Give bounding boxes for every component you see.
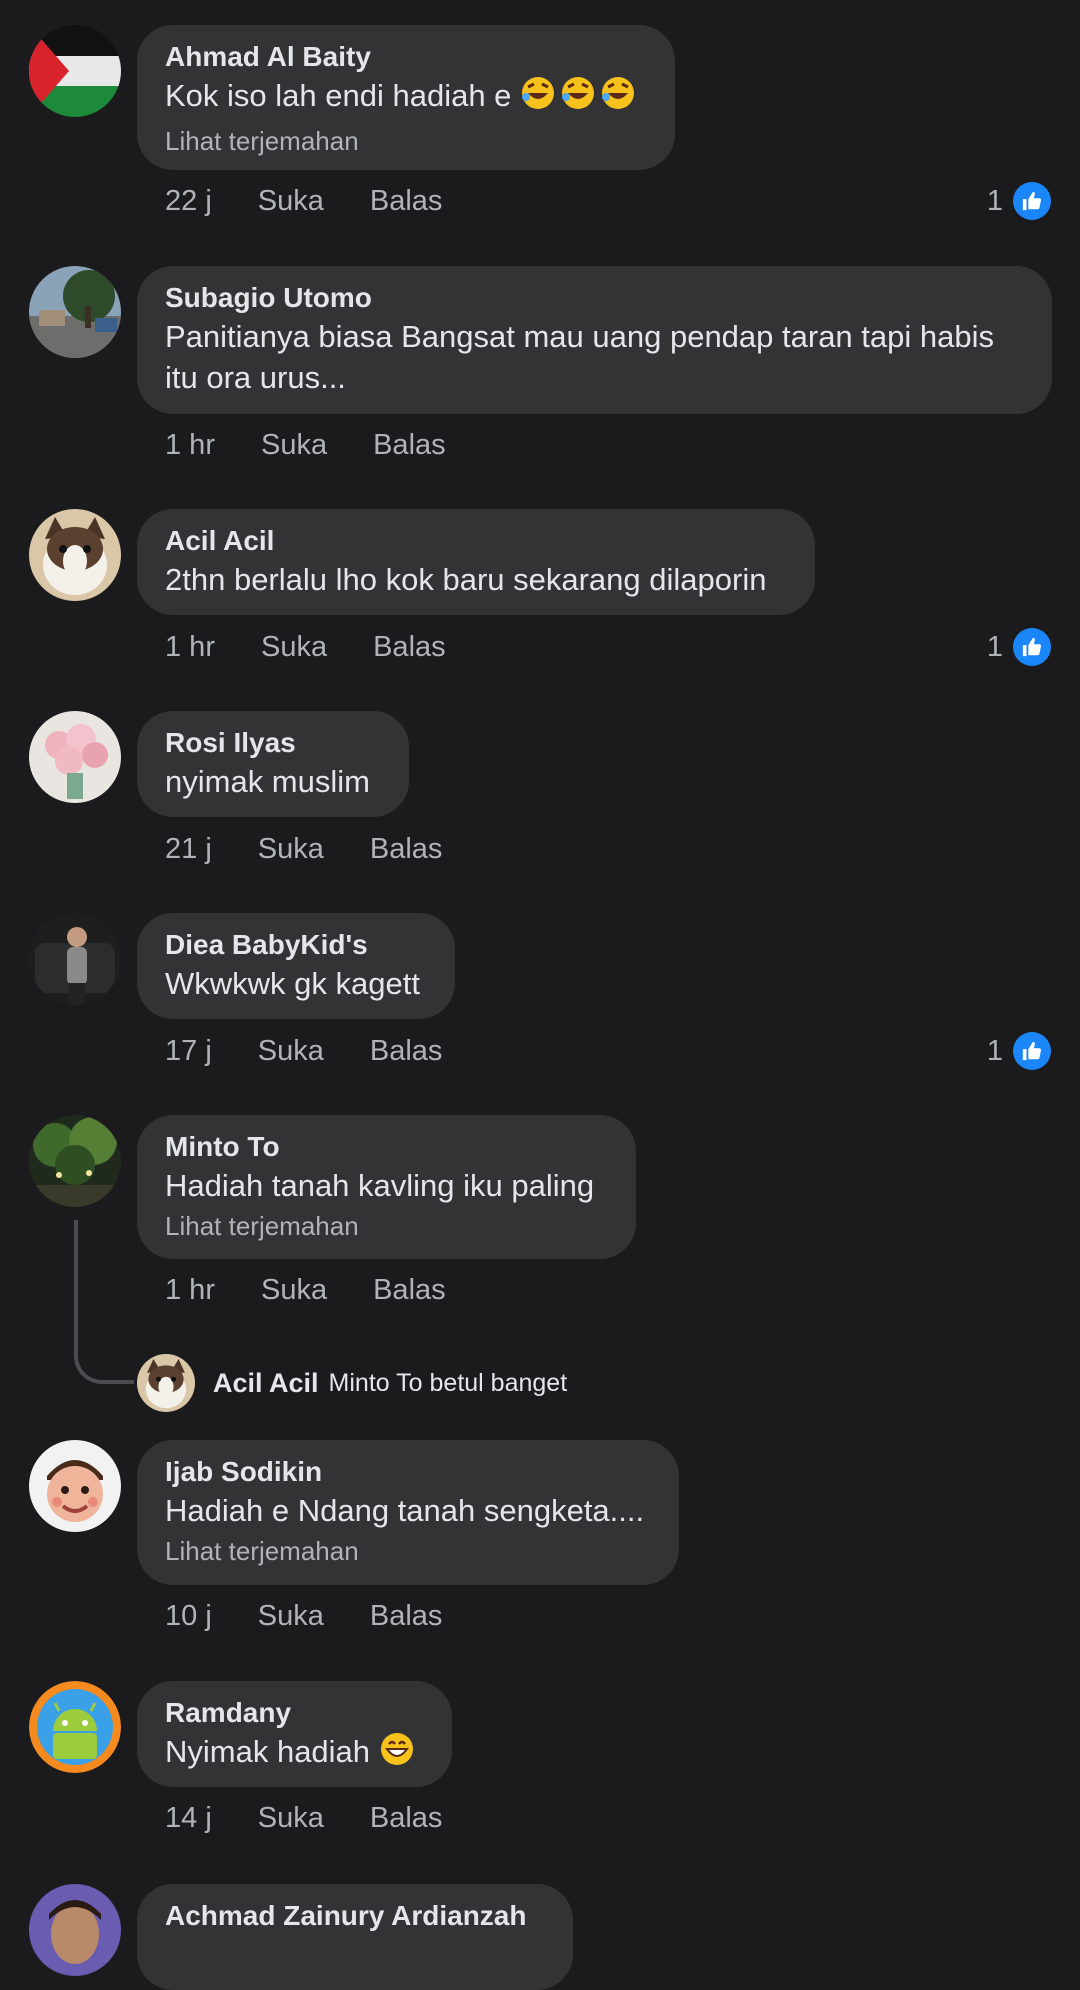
comment-actions: 1 hr Suka Balas	[165, 425, 446, 465]
reply-button[interactable]: Balas	[370, 185, 443, 218]
comment-bubble[interactable]: Achmad Zainury Ardianzah	[137, 1884, 573, 1990]
comment-bubble[interactable]: Minto To Hadiah tanah kavling iku paling…	[137, 1115, 636, 1259]
avatar-ramdany[interactable]	[29, 1681, 121, 1773]
comment-text: 2thn berlalu lho kok baru sekarang dilap…	[165, 562, 767, 597]
comment-actions: 1 hr Suka Balas	[165, 627, 446, 667]
person-car-photo-avatar	[29, 913, 121, 1005]
avatar-acil-acil-reply	[137, 1354, 195, 1412]
comment-author[interactable]: Minto To	[165, 1129, 608, 1165]
like-button[interactable]: Suka	[258, 1035, 324, 1068]
comment-author[interactable]: Achmad Zainury Ardianzah	[165, 1898, 545, 1934]
comment-time: 1 hr	[165, 428, 215, 461]
reply-preview[interactable]: Acil Acil Minto To betul banget	[137, 1354, 567, 1412]
comment-text: nyimak muslim	[165, 764, 370, 799]
comment-text: Hadiah tanah kavling iku paling	[165, 1168, 595, 1203]
reply-thread-line	[74, 1220, 134, 1384]
android-logo-avatar	[29, 1681, 121, 1773]
comment-bubble[interactable]: Ijab Sodikin Hadiah e Ndang tanah sengke…	[137, 1440, 679, 1585]
like-count[interactable]: 1	[987, 627, 1051, 667]
comment-bubble[interactable]: Ramdany Nyimak hadiah	[137, 1681, 452, 1787]
thumbs-up-icon	[1013, 628, 1051, 666]
reply-button[interactable]: Balas	[370, 833, 443, 866]
reply-button[interactable]: Balas	[370, 1600, 443, 1633]
comment-author[interactable]: Rosi Ilyas	[165, 725, 381, 761]
avatar-diea-babykids[interactable]	[29, 913, 121, 1005]
like-count[interactable]: 1	[987, 181, 1051, 221]
like-button[interactable]: Suka	[261, 1274, 327, 1307]
comment-author[interactable]: Ramdany	[165, 1695, 424, 1731]
like-button[interactable]: Suka	[258, 185, 324, 218]
palestine-flag-avatar	[29, 25, 121, 117]
comment-actions: 17 j Suka Balas	[165, 1031, 442, 1071]
comment-bubble[interactable]: Ahmad Al Baity Kok iso lah endi hadiah e…	[137, 25, 675, 170]
like-button[interactable]: Suka	[258, 833, 324, 866]
avatar-ahmad-al-baity[interactable]	[29, 25, 121, 117]
flowers-photo-avatar	[29, 711, 121, 803]
grinning-face-emoji-icon	[379, 1731, 415, 1777]
comment-actions: 14 j Suka Balas	[165, 1798, 442, 1838]
see-translation-link[interactable]: Lihat terjemahan	[165, 1208, 608, 1244]
like-button[interactable]: Suka	[258, 1802, 324, 1835]
like-count-number: 1	[986, 630, 1003, 663]
see-translation-link[interactable]: Lihat terjemahan	[165, 1533, 651, 1569]
comment-bubble[interactable]: Rosi Ilyas nyimak muslim	[137, 711, 409, 817]
like-count-number: 1	[986, 1034, 1003, 1067]
comment-author[interactable]: Ahmad Al Baity	[165, 39, 647, 75]
comment-text: Kok iso lah endi hadiah e	[165, 75, 647, 121]
comment-time: 14 j	[165, 1801, 212, 1834]
comment-actions: 1 hr Suka Balas	[165, 1270, 446, 1310]
reply-button[interactable]: Balas	[370, 1035, 443, 1068]
comment-author[interactable]: Acil Acil	[165, 523, 787, 559]
comment-time: 1 hr	[165, 1273, 215, 1306]
cartoon-face-avatar	[29, 1440, 121, 1532]
comment-actions: 22 j Suka Balas	[165, 181, 442, 221]
reply-button[interactable]: Balas	[370, 1802, 443, 1835]
comment-text: Nyimak hadiah	[165, 1731, 424, 1777]
like-button[interactable]: Suka	[258, 1600, 324, 1633]
cat-photo-avatar	[137, 1354, 195, 1412]
comment-author[interactable]: Diea BabyKid's	[165, 927, 427, 963]
avatar-subagio-utomo[interactable]	[29, 266, 121, 358]
avatar-acil-acil[interactable]	[29, 509, 121, 601]
comment-author[interactable]: Subagio Utomo	[165, 280, 1024, 316]
see-translation-link[interactable]: Lihat terjemahan	[165, 123, 647, 159]
comment-text: Wkwkwk gk kagett	[165, 966, 420, 1001]
street-photo-avatar	[29, 266, 121, 358]
thumbs-up-icon	[1013, 182, 1051, 220]
like-button[interactable]: Suka	[261, 429, 327, 462]
rolling-laughing-emoji-icon	[520, 75, 640, 121]
reply-author[interactable]: Acil Acil	[213, 1368, 319, 1399]
avatar-achmad-zainury-ardianzah[interactable]	[29, 1884, 121, 1976]
comment-actions: 21 j Suka Balas	[165, 829, 442, 869]
avatar-minto-to[interactable]	[29, 1115, 121, 1207]
comment-time: 1 hr	[165, 630, 215, 663]
avatar-rosi-ilyas[interactable]	[29, 711, 121, 803]
trees-photo-avatar	[29, 1115, 121, 1207]
like-count[interactable]: 1	[987, 1031, 1051, 1071]
comment-actions: 10 j Suka Balas	[165, 1596, 442, 1636]
comment-author[interactable]: Ijab Sodikin	[165, 1454, 651, 1490]
reply-button[interactable]: Balas	[373, 631, 446, 664]
comment-bubble[interactable]: Subagio Utomo Panitianya biasa Bangsat m…	[137, 266, 1052, 414]
reply-button[interactable]: Balas	[373, 1274, 446, 1307]
thumbs-up-icon	[1013, 1032, 1051, 1070]
comment-time: 22 j	[165, 184, 212, 217]
comment-time: 10 j	[165, 1599, 212, 1632]
cat-photo-avatar	[29, 509, 121, 601]
comment-text: Hadiah e Ndang tanah sengketa....	[165, 1493, 645, 1528]
comment-text: Panitianya biasa Bangsat mau uang pendap…	[165, 319, 994, 395]
reply-text: Minto To betul banget	[328, 1368, 568, 1397]
comment-bubble[interactable]: Diea BabyKid's Wkwkwk gk kagett	[137, 913, 455, 1019]
comment-bubble[interactable]: Acil Acil 2thn berlalu lho kok baru seka…	[137, 509, 815, 615]
like-count-number: 1	[986, 184, 1003, 217]
reply-button[interactable]: Balas	[373, 429, 446, 462]
comment-time: 17 j	[165, 1034, 212, 1067]
like-button[interactable]: Suka	[261, 631, 327, 664]
avatar-ijab-sodikin[interactable]	[29, 1440, 121, 1532]
person-photo-avatar	[29, 1884, 121, 1976]
comment-time: 21 j	[165, 832, 212, 865]
